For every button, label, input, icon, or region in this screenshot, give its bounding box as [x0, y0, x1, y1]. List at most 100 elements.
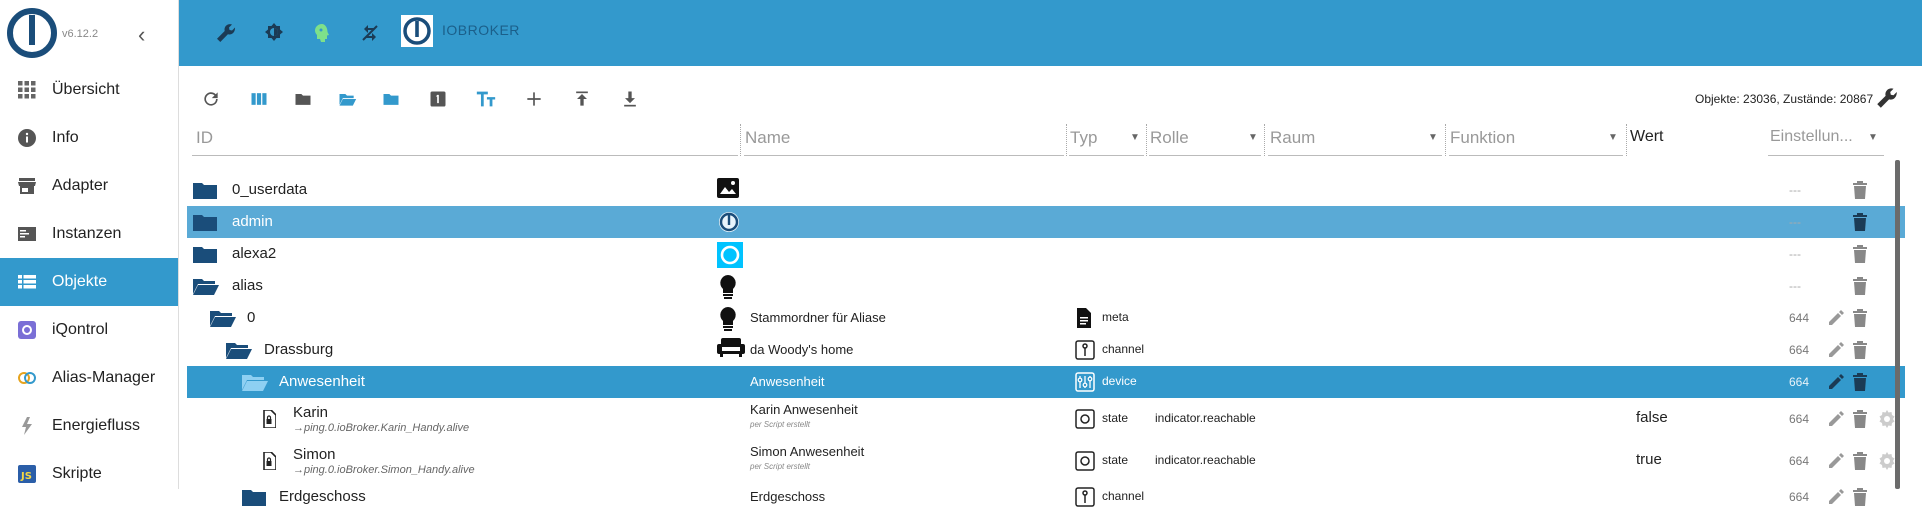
nav-item-iqontrol[interactable]: iQontrol — [0, 306, 178, 354]
column-header-funktion[interactable]: Funktion — [1450, 128, 1515, 148]
acl-value[interactable]: 664 — [1789, 375, 1809, 389]
edit-icon[interactable] — [1827, 488, 1845, 511]
nav-item-info[interactable]: Info — [0, 114, 178, 162]
edit-icon[interactable] — [1827, 373, 1845, 396]
table-row[interactable]: 0 Stammordner für Aliase meta 644 — [187, 302, 1905, 334]
column-header-wert[interactable]: Wert — [1630, 128, 1663, 146]
nav-item--bersicht[interactable]: Übersicht — [0, 66, 178, 114]
collapse-sidebar-button[interactable]: ‹ — [138, 22, 145, 48]
filter-level-icon[interactable] — [425, 86, 451, 112]
columns-icon[interactable] — [246, 86, 272, 112]
column-resizer[interactable] — [1445, 124, 1446, 156]
column-header-raum[interactable]: Raum — [1270, 128, 1315, 148]
acl-value[interactable]: --- — [1789, 279, 1801, 293]
delete-icon[interactable] — [1852, 309, 1868, 332]
store-icon — [16, 175, 38, 197]
collapse-one-icon[interactable] — [378, 86, 404, 112]
raum-dropdown-icon[interactable]: ▼ — [1428, 132, 1438, 143]
settings-wrench-icon[interactable] — [1874, 85, 1900, 111]
delete-icon[interactable] — [1852, 213, 1868, 236]
svg-text:JS: JS — [20, 471, 32, 482]
version-label: v6.12.2 — [62, 28, 99, 40]
wrench-icon[interactable] — [211, 18, 241, 48]
text-size-icon[interactable] — [473, 86, 499, 112]
vertical-scrollbar[interactable] — [1895, 160, 1900, 489]
acl-value[interactable]: 664 — [1789, 454, 1809, 468]
download-icon[interactable] — [617, 86, 643, 112]
column-header-einstellungen[interactable]: Einstellun... — [1770, 128, 1853, 146]
collapse-all-icon[interactable] — [290, 86, 316, 112]
object-id: Karin — [293, 404, 329, 421]
acl-value[interactable]: --- — [1789, 183, 1801, 197]
acl-value[interactable]: --- — [1789, 247, 1801, 261]
delete-icon[interactable] — [1852, 181, 1868, 204]
nav-item-label: Info — [52, 129, 79, 146]
edit-icon[interactable] — [1827, 341, 1845, 364]
column-resizer[interactable] — [1264, 124, 1265, 156]
nav-item-label: Energiefluss — [52, 417, 141, 434]
settings-dropdown-icon[interactable]: ▼ — [1868, 132, 1878, 143]
typ-filter-line — [1069, 155, 1144, 156]
delete-icon[interactable] — [1852, 245, 1868, 268]
funktion-dropdown-icon[interactable]: ▼ — [1608, 132, 1618, 143]
object-id: Simon — [293, 446, 336, 463]
table-row[interactable]: Simon →ping.0.ioBroker.Simon_Handy.alive S… — [187, 440, 1905, 482]
column-resizer[interactable] — [740, 124, 741, 156]
nav-item-energiefluss[interactable]: Energiefluss — [0, 402, 178, 450]
column-resizer[interactable] — [1146, 124, 1147, 156]
refresh-icon[interactable] — [198, 86, 224, 112]
nav-item-skripte[interactable]: JS Skripte — [0, 450, 178, 498]
gear-icon[interactable] — [1877, 451, 1897, 476]
acl-value[interactable]: 644 — [1789, 311, 1809, 325]
delete-icon[interactable] — [1852, 277, 1868, 300]
rolle-dropdown-icon[interactable]: ▼ — [1248, 132, 1258, 143]
nav-item-instanzen[interactable]: Instanzen — [0, 210, 178, 258]
edit-icon[interactable] — [1827, 452, 1845, 475]
image-icon — [717, 178, 739, 203]
table-row[interactable]: Drassburg da Woody's home channel 664 — [187, 334, 1905, 366]
instances-icon — [16, 223, 38, 245]
nav-item-objekte[interactable]: Objekte — [0, 258, 178, 306]
expand-one-icon[interactable] — [334, 86, 360, 112]
column-resizer[interactable] — [1066, 124, 1067, 156]
delete-icon[interactable] — [1852, 410, 1868, 433]
delete-icon[interactable] — [1852, 373, 1868, 396]
add-icon[interactable] — [521, 86, 547, 112]
delete-icon[interactable] — [1852, 488, 1868, 511]
table-row[interactable]: alias --- — [187, 270, 1905, 302]
expert-mode-icon[interactable] — [307, 18, 337, 48]
table-row[interactable]: Anwesenheit Anwesenheit device 664 — [187, 366, 1905, 398]
acl-value[interactable]: 664 — [1789, 490, 1809, 504]
table-row[interactable]: admin --- — [187, 206, 1905, 238]
object-value[interactable]: true — [1636, 451, 1662, 468]
sync-icon[interactable] — [355, 18, 385, 48]
column-resizer[interactable] — [1626, 124, 1627, 156]
gear-icon[interactable] — [1877, 409, 1897, 434]
js-icon: JS — [16, 463, 38, 485]
table-row[interactable]: 0_userdata --- — [187, 174, 1905, 206]
column-header-id[interactable]: ID — [196, 128, 213, 148]
edit-icon[interactable] — [1827, 410, 1845, 433]
acl-value[interactable]: 664 — [1789, 343, 1809, 357]
object-id: Anwesenheit — [279, 373, 365, 390]
table-row[interactable]: Karin →ping.0.ioBroker.Karin_Handy.alive K… — [187, 398, 1905, 440]
table-row[interactable]: Erdgeschoss Erdgeschoss channel 664 — [187, 482, 1905, 512]
column-header-rolle[interactable]: Rolle — [1150, 128, 1189, 148]
lightbulb-icon — [717, 306, 739, 337]
theme-icon[interactable] — [259, 18, 289, 48]
acl-value[interactable]: 664 — [1789, 412, 1809, 426]
nav-item-alias-manager[interactable]: Alias-Manager — [0, 354, 178, 402]
object-value[interactable]: false — [1636, 409, 1668, 426]
delete-icon[interactable] — [1852, 341, 1868, 364]
column-header-typ[interactable]: Typ — [1070, 128, 1097, 148]
delete-icon[interactable] — [1852, 452, 1868, 475]
table-row[interactable]: alexa2 --- — [187, 238, 1905, 270]
acl-value[interactable]: --- — [1789, 215, 1801, 229]
object-type: channel — [1102, 342, 1145, 356]
upload-icon[interactable] — [569, 86, 595, 112]
nav-item-adapter[interactable]: Adapter — [0, 162, 178, 210]
edit-icon[interactable] — [1827, 309, 1845, 332]
state-lock-icon — [262, 451, 277, 475]
column-header-name[interactable]: Name — [745, 128, 790, 148]
typ-dropdown-icon[interactable]: ▼ — [1130, 132, 1140, 143]
